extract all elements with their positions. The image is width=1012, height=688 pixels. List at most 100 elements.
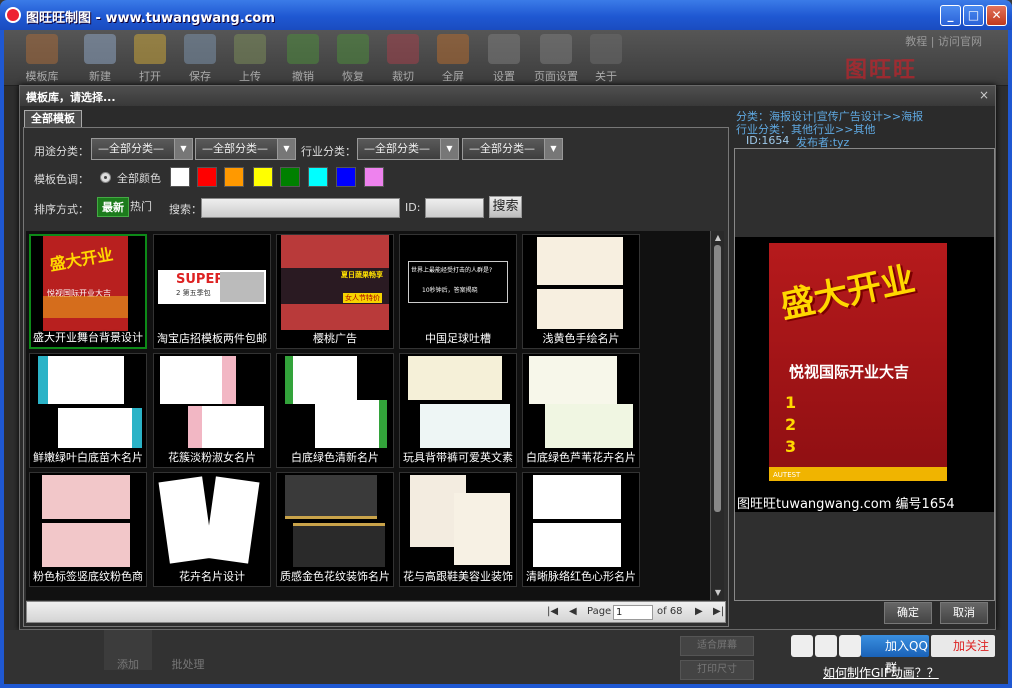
color-swatch-blue[interactable] [336,167,356,187]
all-colors-radio[interactable] [100,172,111,183]
template-item[interactable]: 世界上最能经受打击的人群是? 10秒钟后，答案揭晓 中国足球吐槽 [399,234,517,349]
dialog-close-icon[interactable]: × [979,88,989,102]
batch-button[interactable]: 批处理 [164,630,212,671]
industry-category-select-1[interactable]: —全部分类— ▼ [357,138,459,160]
sort-newest-button[interactable]: 最新 [97,197,129,217]
thumb-line-1: 世界上最能经受打击的人群是? [411,267,493,274]
template-item[interactable]: SUPEP 2 第五季包 淘宝店招模板两件包邮 [153,234,271,349]
ok-button[interactable]: 确定 [884,602,932,624]
template-caption: 花簇淡粉淑女名片 [168,451,256,464]
minimize-button[interactable]: _ [940,5,961,26]
chevron-down-icon: ▼ [544,139,562,159]
grid-scrollbar[interactable]: ▲ ▼ [710,231,724,600]
template-caption: 清晰脉络红色心形名片 [526,570,636,583]
prev-page-icon[interactable]: ◀ [569,606,577,617]
template-thumbnail [158,473,266,568]
industry-category-select-2[interactable]: —全部分类— ▼ [462,138,563,160]
toolbar-template-library-button[interactable]: 模板库 [18,32,66,84]
template-item[interactable]: 玩具背带裤可爱英文素 [399,353,517,468]
id-input[interactable] [425,198,484,218]
template-item[interactable]: 夏日蔬果畅享 女人节特价 樱桃广告 [276,234,394,349]
top-links: 教程 | 访问官网 [905,33,982,49]
color-swatch-red[interactable] [197,167,217,187]
color-swatch-white[interactable] [170,167,190,187]
industry-category-select-1-value: —全部分类— [364,142,430,155]
toolbar-new-button[interactable]: 新建 [76,32,124,84]
search-input[interactable] [201,198,400,218]
scroll-up-icon[interactable]: ▲ [713,233,723,243]
template-caption: 白底绿色清新名片 [291,451,379,464]
join-qq-group-button[interactable]: 加入QQ群 [861,635,929,675]
template-thumbnail [404,473,512,568]
thumb-subhead: 夏日蔬果畅享 [341,271,383,279]
tutorial-link[interactable]: 教程 [905,35,927,48]
search-button[interactable]: 搜索 [489,196,522,218]
template-thumbnail: 盛大开业 悦视国际开业大吉 [43,236,128,331]
toolbar-undo-button[interactable]: 撤销 [279,32,327,84]
template-item[interactable]: 盛大开业 悦视国际开业大吉 盛大开业舞台背景设计 [29,234,147,349]
page-gear-icon [540,34,572,64]
toolbar-upload-button[interactable]: 上传 [226,32,274,84]
template-thumbnail [34,354,142,449]
template-item[interactable]: 花与高跟鞋美容业装饰 [399,472,517,587]
thumb-tag: 女人节特价 [343,293,382,303]
color-swatch-violet[interactable] [364,167,384,187]
next-page-icon[interactable]: ▶ [695,606,703,617]
qq-penguin-icon[interactable] [815,635,837,657]
scroll-thumb[interactable] [714,245,721,512]
official-site-link[interactable]: 访问官网 [938,35,982,48]
color-swatch-orange[interactable] [224,167,244,187]
close-window-button[interactable]: ✕ [986,5,1007,26]
maximize-button[interactable]: □ [963,5,984,26]
scroll-down-icon[interactable]: ▼ [713,588,723,598]
new-file-icon [84,34,116,64]
color-swatch-yellow[interactable] [253,167,273,187]
template-caption: 粉色标签竖底纹粉色商 [33,570,143,583]
template-item[interactable]: 清晰脉络红色心形名片 [522,472,640,587]
template-item[interactable]: 花卉名片设计 [153,472,271,587]
qq-group-icon[interactable] [839,635,861,657]
cancel-button[interactable]: 取消 [940,602,988,624]
template-caption: 鲜嫩绿叶白底苗木名片 [33,451,143,464]
template-item[interactable]: 浅黄色手绘名片 [522,234,640,349]
thumb-headline: 盛大开业 [48,244,115,275]
toolbar-about-button[interactable]: 关于 [582,32,630,84]
template-thumbnail [527,473,635,568]
page-number-input[interactable]: 1 [613,605,653,620]
toolbar-redo-button[interactable]: 恢复 [329,32,377,84]
first-page-icon[interactable]: |◀ [547,606,558,617]
usage-category-select-1[interactable]: —全部分类— ▼ [91,138,193,160]
template-grid: 盛大开业 悦视国际开业大吉 盛大开业舞台背景设计 SUPEP 2 第五季包 淘宝… [26,231,710,600]
template-item[interactable]: 质感金色花纹装饰名片 [276,472,394,587]
template-preview: 盛大开业 悦视国际开业大吉 1 2 3 AUTEST 图旺旺tuwangwang… [734,148,995,601]
color-swatch-cyan[interactable] [308,167,328,187]
industry-category-label: 行业分类： [301,145,356,158]
folder-icon [134,34,166,64]
tab-all-templates[interactable]: 全部模板 [24,110,82,127]
color-swatch-green[interactable] [280,167,300,187]
template-item[interactable]: 花簇淡粉淑女名片 [153,353,271,468]
weibo-follow-button[interactable]: 加关注 [931,635,995,657]
last-page-icon[interactable]: ▶| [713,606,724,617]
toolbar-fullscreen-button[interactable]: 全屏 [429,32,477,84]
toolbar-save-button[interactable]: 保存 [176,32,224,84]
toolbar-open-button[interactable]: 打开 [126,32,174,84]
qq-penguin-icon[interactable] [791,635,813,657]
toolbar-page-settings-button[interactable]: 页面设置 [528,32,584,84]
template-thumbnail [158,354,266,449]
template-item[interactable]: 白底绿色清新名片 [276,353,394,468]
template-item[interactable]: 粉色标签竖底纹粉色商 [29,472,147,587]
print-size-button[interactable]: 打印尺寸 [680,660,754,680]
add-button[interactable]: 添加 [104,630,152,671]
template-caption: 淘宝店招模板两件包邮 [157,332,267,345]
sort-hot-link[interactable]: 热门 [130,198,152,214]
gif-help-link[interactable]: 如何制作GIF动画？？ [823,664,939,681]
toolbar-settings-button[interactable]: 设置 [480,32,528,84]
usage-category-select-2[interactable]: —全部分类— ▼ [195,138,296,160]
template-item[interactable]: 白底绿色芦苇花卉名片 [522,353,640,468]
toolbar-crop-button[interactable]: 裁切 [379,32,427,84]
fit-screen-button[interactable]: 适合屏幕 [680,636,754,656]
chevron-down-icon: ▼ [440,139,458,159]
usage-category-label: 用途分类： [34,145,89,158]
template-item[interactable]: 鲜嫩绿叶白底苗木名片 [29,353,147,468]
